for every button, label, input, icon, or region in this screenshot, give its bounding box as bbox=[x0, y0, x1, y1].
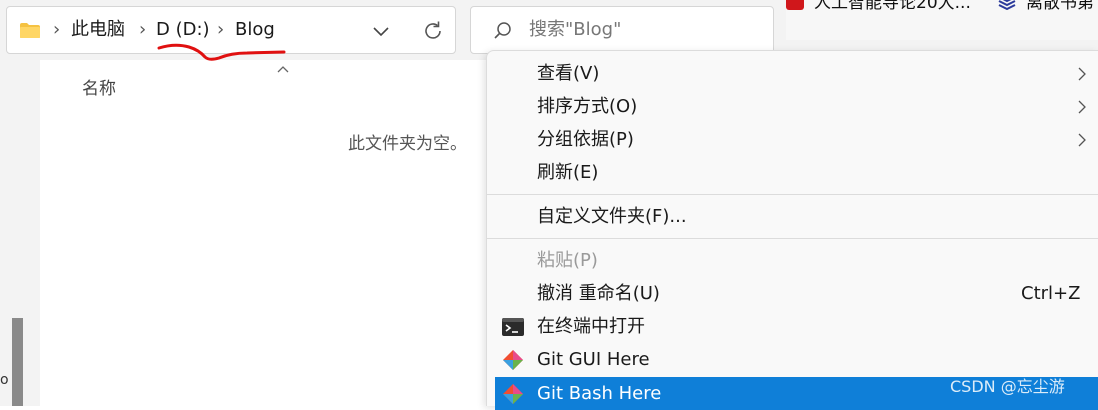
breadcrumb-item-this-pc[interactable]: 此电脑 bbox=[71, 18, 125, 42]
empty-folder-message: 此文件夹为空。 bbox=[348, 134, 467, 154]
sort-up-icon bbox=[277, 66, 289, 73]
layers-icon bbox=[998, 0, 1016, 10]
tab-favicon-icon bbox=[786, 0, 804, 10]
refresh-icon[interactable] bbox=[421, 19, 445, 43]
background-tabs: 人工智能导论20大... 离散书第 bbox=[786, 0, 1098, 40]
tab-title[interactable]: 离散书第 bbox=[1026, 0, 1094, 14]
breadcrumb-separator: › bbox=[53, 19, 61, 40]
menu-item-view[interactable]: 查看(V) bbox=[487, 57, 1098, 90]
menu-item-git-gui-here[interactable]: Git GUI Here bbox=[487, 343, 1098, 376]
menu-divider bbox=[487, 238, 1098, 239]
menu-divider bbox=[487, 194, 1098, 195]
shortcut-label: Ctrl+Z bbox=[1021, 283, 1081, 304]
breadcrumb-separator: › bbox=[217, 19, 225, 40]
context-menu: 查看(V) 排序方式(O) 分组依据(P) 刷新(E) 自定义文件夹(F)...… bbox=[486, 50, 1098, 410]
terminal-icon bbox=[502, 318, 524, 336]
search-icon bbox=[494, 22, 511, 39]
menu-item-open-in-terminal[interactable]: 在终端中打开 bbox=[487, 310, 1098, 343]
menu-item-customize-folder[interactable]: 自定义文件夹(F)... bbox=[487, 200, 1098, 233]
menu-item-refresh[interactable]: 刷新(E) bbox=[487, 156, 1098, 189]
git-icon bbox=[503, 350, 523, 370]
scrollbar-thumb[interactable] bbox=[12, 318, 23, 406]
menu-item-paste: 粘贴(P) bbox=[537, 250, 598, 271]
chevron-down-icon[interactable] bbox=[371, 21, 391, 41]
chevron-right-icon bbox=[1078, 67, 1086, 81]
column-header-name[interactable]: 名称 bbox=[82, 78, 116, 100]
breadcrumb-item-drive-d[interactable]: D (D:) bbox=[156, 18, 210, 42]
breadcrumb-separator: › bbox=[139, 19, 147, 40]
menu-item-group-by[interactable]: 分组依据(P) bbox=[487, 123, 1098, 156]
menu-item-sort-by[interactable]: 排序方式(O) bbox=[487, 90, 1098, 123]
search-box[interactable]: 搜索"Blog" bbox=[470, 6, 774, 54]
breadcrumb-item-blog[interactable]: Blog bbox=[235, 18, 275, 42]
tab-title[interactable]: 人工智能导论20大... bbox=[814, 0, 971, 14]
git-icon bbox=[503, 384, 523, 404]
red-underline-annotation bbox=[157, 43, 286, 61]
folder-icon bbox=[20, 23, 40, 38]
watermark: CSDN @忘尘游 bbox=[950, 377, 1065, 396]
menu-item-undo-rename[interactable]: 撤消 重命名(U) Ctrl+Z bbox=[487, 277, 1098, 310]
search-placeholder: 搜索"Blog" bbox=[529, 19, 622, 40]
chevron-right-icon bbox=[1078, 100, 1086, 114]
address-bar[interactable]: › 此电脑 › D (D:) › Blog bbox=[6, 6, 456, 61]
chevron-right-icon bbox=[1078, 133, 1086, 147]
